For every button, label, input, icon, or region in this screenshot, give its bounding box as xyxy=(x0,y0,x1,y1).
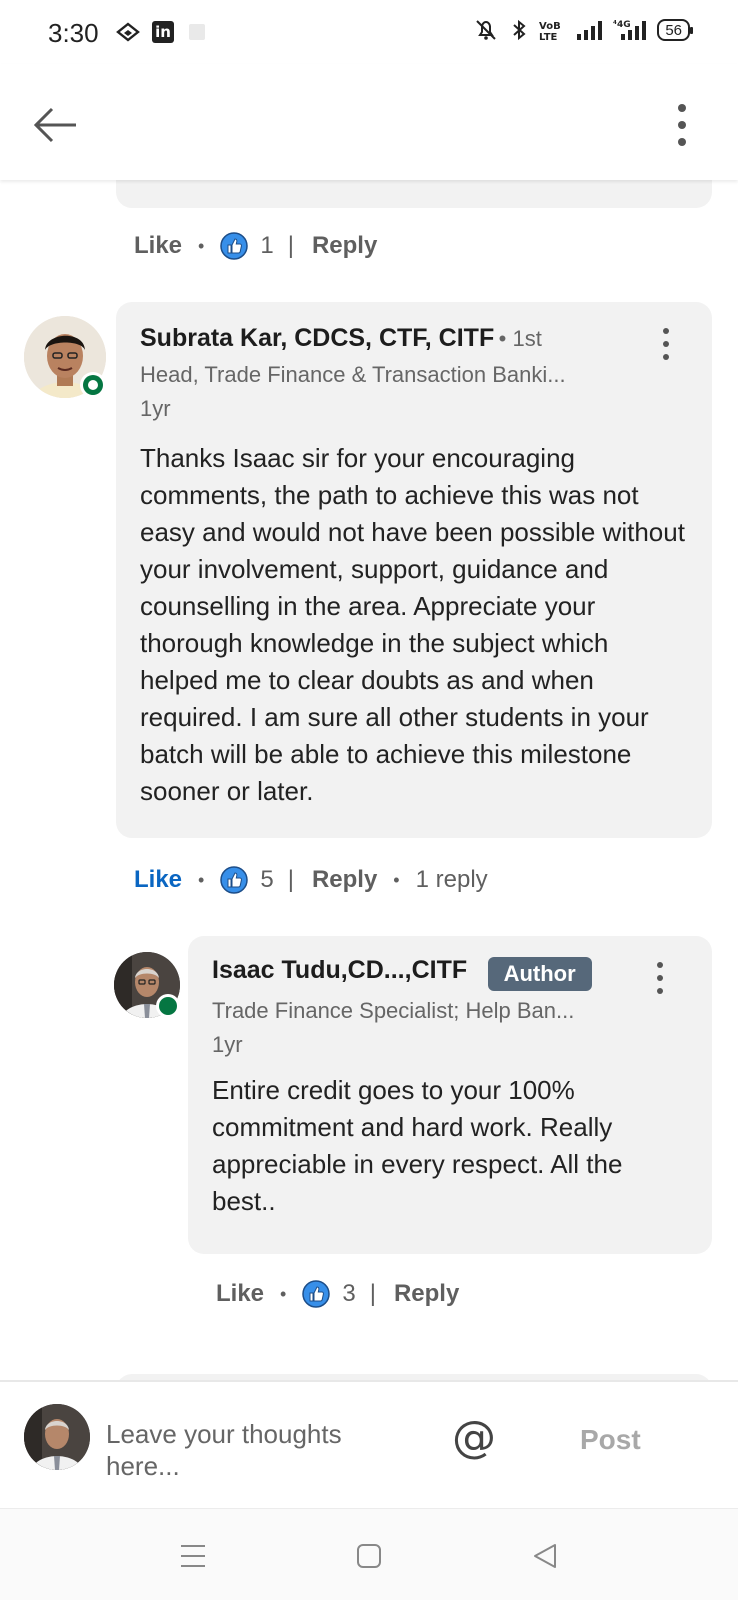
notification-placeholder-icon xyxy=(189,24,205,40)
author-headline: Trade Finance Specialist; Help Ban... xyxy=(212,998,575,1023)
status-icons-left: in xyxy=(116,20,208,44)
more-options-button[interactable] xyxy=(670,100,694,150)
like-button[interactable]: Like xyxy=(216,1280,264,1308)
reply-author-name[interactable]: Isaac Tudu,CD...,CITF xyxy=(212,956,467,984)
status-bar: 3:30 in VoB LTE ⁴4G 56 xyxy=(0,0,738,64)
reply-timestamp: 1yr xyxy=(212,1032,243,1057)
menu-lines-icon xyxy=(181,1545,205,1567)
reply-text: Entire credit goes to your 100% commitme… xyxy=(212,1075,623,1216)
reply-button[interactable]: Reply xyxy=(312,232,377,260)
recent-apps-button[interactable] xyxy=(178,1541,208,1571)
square-home-icon xyxy=(357,1544,381,1568)
vertical-dots-icon xyxy=(657,962,663,968)
battery-indicator: 56 xyxy=(657,19,693,41)
svg-text:VoB: VoB xyxy=(539,21,561,32)
home-button[interactable] xyxy=(354,1541,384,1571)
previous-comment-actions: Like • 1 | Reply xyxy=(134,232,378,260)
comment-author-line: Subrata Kar, CDCS, CTF, CITF • 1st xyxy=(140,324,660,353)
triangle-back-icon xyxy=(534,1544,556,1568)
comment-composer: Leave your thoughts here... @ Post xyxy=(0,1380,738,1508)
comment-timestamp: 1yr xyxy=(140,396,171,421)
like-button[interactable]: Like xyxy=(134,232,182,260)
comment-text: Thanks Isaac sir for your encouraging co… xyxy=(140,443,685,806)
author-headline: Head, Trade Finance & Transaction Banki.… xyxy=(140,362,566,387)
reply-more-button[interactable] xyxy=(654,962,666,994)
replies-count-link[interactable]: 1 reply xyxy=(416,866,488,894)
like-reaction-icon xyxy=(302,1280,331,1308)
like-reaction-icon xyxy=(220,232,249,260)
reaction-count[interactable]: 1 xyxy=(260,232,273,260)
top-app-bar xyxy=(0,64,738,180)
reply-actions: Like • 3 | Reply xyxy=(216,1280,460,1308)
vertical-dots-icon xyxy=(678,104,686,112)
reply-bubble[interactable]: Isaac Tudu,CD...,CITF Author Trade Finan… xyxy=(188,936,712,1254)
like-reaction-icon xyxy=(220,866,249,894)
svg-text:LTE: LTE xyxy=(539,32,558,42)
comment-author-name[interactable]: Subrata Kar, CDCS, CTF, CITF xyxy=(140,324,494,352)
online-status-indicator xyxy=(80,372,106,398)
reply-author-line: Isaac Tudu,CD...,CITF Author xyxy=(212,956,592,991)
svg-text:⁴4G: ⁴4G xyxy=(613,20,631,30)
reply-button[interactable]: Reply xyxy=(394,1280,459,1308)
mute-bell-icon xyxy=(476,20,497,40)
reaction-count[interactable]: 5 xyxy=(260,866,273,894)
back-button[interactable] xyxy=(30,100,80,150)
status-icons-right: VoB LTE ⁴4G 56 xyxy=(471,18,693,42)
volte-icon: VoBLTE xyxy=(539,21,561,42)
arrow-left-icon xyxy=(33,107,76,143)
like-button[interactable]: Like xyxy=(134,866,182,894)
comment-bubble[interactable]: Subrata Kar, CDCS, CTF, CITF • 1st Head,… xyxy=(116,302,712,838)
previous-comment-bubble xyxy=(116,180,712,208)
comment-input[interactable]: Leave your thoughts here... xyxy=(106,1418,386,1482)
signal-icon-1 xyxy=(577,21,603,40)
bluetooth-icon xyxy=(513,19,526,41)
comment-more-button[interactable] xyxy=(660,328,672,360)
reaction-count[interactable]: 3 xyxy=(342,1280,355,1308)
online-status-indicator xyxy=(156,994,180,1018)
comments-feed[interactable]: Like • 1 | Reply Subrata Kar, CDCS, CTF,… xyxy=(0,180,738,1380)
composer-avatar xyxy=(24,1404,90,1470)
status-time: 3:30 xyxy=(48,18,99,48)
system-back-button[interactable] xyxy=(530,1541,560,1571)
post-button[interactable]: Post xyxy=(580,1424,641,1456)
linkedin-icon: in xyxy=(152,21,174,43)
signal-4g-icon: ⁴4G xyxy=(613,20,647,40)
comment-actions: Like • 5 | Reply • 1 reply xyxy=(134,866,488,894)
wifi-signal-icon xyxy=(116,22,140,42)
connection-degree: • 1st xyxy=(498,326,542,351)
system-navigation-bar xyxy=(0,1508,738,1600)
profile-photo-current-user xyxy=(24,1404,90,1470)
mention-button[interactable]: @ xyxy=(452,1412,496,1463)
reply-button[interactable]: Reply xyxy=(312,866,377,894)
vertical-dots-icon xyxy=(663,328,669,334)
author-badge: Author xyxy=(487,956,592,991)
